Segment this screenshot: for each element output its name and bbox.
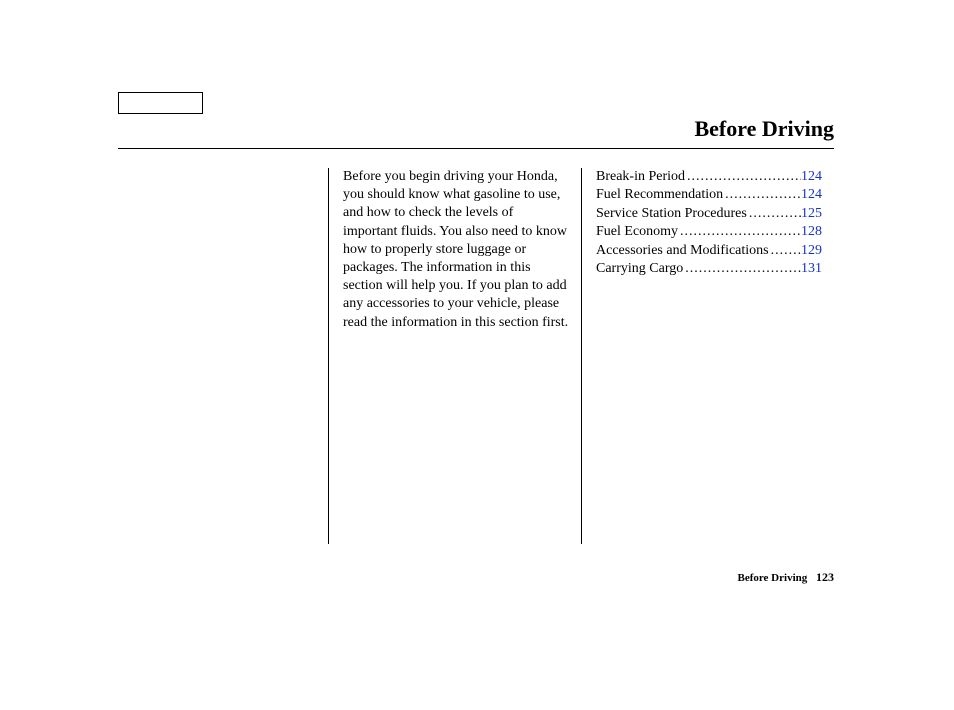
tab-box <box>118 92 203 114</box>
toc-leader <box>683 260 801 278</box>
toc-leader <box>723 186 801 204</box>
toc-item: Carrying Cargo 131 <box>596 260 822 278</box>
toc-leader <box>678 223 801 241</box>
toc-leader <box>747 205 801 223</box>
toc-label: Fuel Economy <box>596 223 678 241</box>
toc-leader <box>685 168 801 186</box>
toc-label: Carrying Cargo <box>596 260 683 278</box>
toc-label: Service Station Procedures <box>596 205 747 223</box>
toc-item: Accessories and Modifications 129 <box>596 242 822 260</box>
toc-item: Fuel Recommendation 124 <box>596 186 822 204</box>
toc-item: Fuel Economy 128 <box>596 223 822 241</box>
toc-label: Fuel Recommendation <box>596 186 723 204</box>
toc-page-link[interactable]: 124 <box>801 168 822 186</box>
header-rule <box>118 148 834 149</box>
content-columns: Before you begin driving your Honda, you… <box>328 168 834 546</box>
page-footer: Before Driving 123 <box>737 570 834 585</box>
intro-column: Before you begin driving your Honda, you… <box>328 168 581 544</box>
footer-page-number: 123 <box>816 570 834 584</box>
toc-column: Break-in Period 124 Fuel Recommendation … <box>581 168 834 544</box>
toc-list: Break-in Period 124 Fuel Recommendation … <box>596 168 822 279</box>
toc-item: Service Station Procedures 125 <box>596 205 822 223</box>
toc-leader <box>769 242 801 260</box>
footer-label: Before Driving <box>737 572 807 584</box>
toc-page-link[interactable]: 125 <box>801 205 822 223</box>
manual-page: Before Driving Before you begin driving … <box>0 0 954 710</box>
section-title: Before Driving <box>694 116 834 142</box>
toc-page-link[interactable]: 124 <box>801 186 822 204</box>
toc-page-link[interactable]: 131 <box>801 260 822 278</box>
intro-text: Before you begin driving your Honda, you… <box>343 168 569 332</box>
toc-item: Break-in Period 124 <box>596 168 822 186</box>
toc-label: Accessories and Modifications <box>596 242 769 260</box>
toc-page-link[interactable]: 129 <box>801 242 822 260</box>
toc-page-link[interactable]: 128 <box>801 223 822 241</box>
toc-label: Break-in Period <box>596 168 685 186</box>
